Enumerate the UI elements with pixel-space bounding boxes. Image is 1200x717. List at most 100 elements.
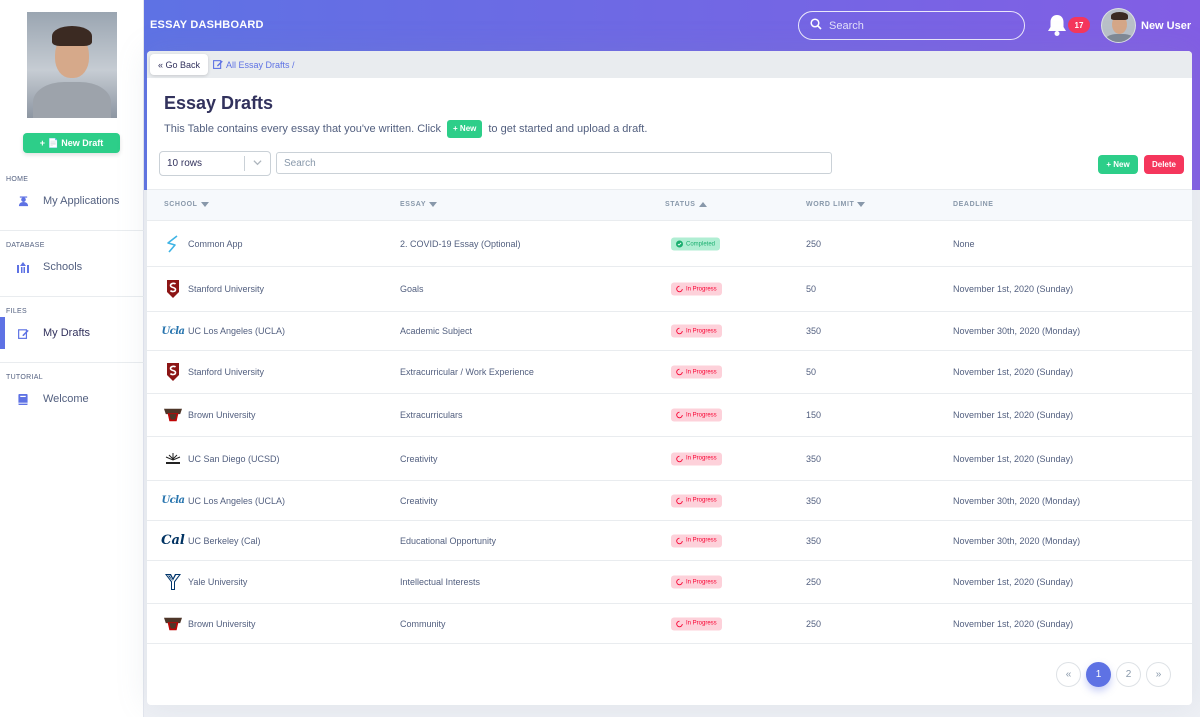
word-limit-cell: 350 (806, 326, 822, 336)
school-cell: Brown University (164, 406, 256, 424)
table-row[interactable]: Cal UC Berkeley (Cal) Educational Opportun… (147, 521, 1192, 561)
essay-cell[interactable]: Extracurricular / Work Experience (400, 367, 534, 377)
ucla-logo: Ucla (161, 495, 185, 506)
user-graduate-icon (17, 195, 29, 207)
table-row[interactable]: Brown University Extracurriculars In Progr… (147, 394, 1192, 437)
deadline-cell: November 1st, 2020 (Sunday) (953, 284, 1074, 294)
school-cell: Brown University (164, 615, 256, 633)
essay-cell[interactable]: Goals (400, 284, 424, 294)
user-name[interactable]: New User (1141, 20, 1191, 32)
go-back-button[interactable]: « Go Back (150, 54, 208, 75)
inline-new-button[interactable]: + New (447, 120, 483, 138)
sidebar-item-my-applications[interactable]: My Applications (0, 189, 144, 213)
deadline-cell: November 30th, 2020 (Monday) (953, 535, 1081, 546)
school-cell: Common App (164, 235, 243, 253)
school-name: Stanford University (188, 367, 265, 377)
essay-cell[interactable]: 2. COVID-19 Essay (Optional) (400, 239, 521, 249)
school-name: Stanford University (188, 284, 265, 294)
pagination-page-2[interactable]: 2 (1116, 662, 1141, 687)
deadline-cell: None (953, 239, 975, 249)
table-row[interactable]: Ucla UC Los Angeles (UCLA) Creativity In Pr… (147, 481, 1192, 521)
spinner-icon (676, 368, 683, 376)
breadcrumb-link[interactable]: All Essay Drafts / (213, 59, 295, 71)
edit-icon (213, 59, 223, 71)
status-cell: In Progress (671, 617, 722, 630)
school-name: UC Los Angeles (UCLA) (188, 495, 286, 506)
sidebar-item-schools[interactable]: Schools (0, 255, 144, 279)
table-search-input[interactable] (276, 152, 832, 174)
sidebar-item-my-drafts[interactable]: My Drafts (0, 317, 144, 349)
pagination-prev-button[interactable]: « (1056, 662, 1081, 687)
column-header-word-limit[interactable]: WORD LIMIT (806, 201, 866, 208)
pagination-next-button[interactable]: » (1146, 662, 1171, 687)
stanford-logo (164, 363, 182, 381)
school-name: Brown University (188, 410, 256, 420)
sidebar-item-welcome[interactable]: Welcome (0, 387, 144, 411)
sidebar-section-files: FILES My Drafts (0, 308, 144, 349)
table-row[interactable]: Common App 2. COVID-19 Essay (Optional) Co… (147, 222, 1192, 267)
school-cell: Cal UC Berkeley (Cal) (161, 532, 261, 550)
spinner-icon (676, 327, 683, 335)
word-limit-cell: 250 (806, 239, 822, 249)
section-title: DATABASE (6, 242, 45, 249)
status-cell: In Progress (671, 494, 722, 507)
table-row[interactable]: Brown University Community In Progress 250 N… (147, 604, 1192, 644)
status-badge: In Progress (671, 452, 722, 465)
table-row[interactable]: Stanford University Goals In Progress 50 Nov… (147, 267, 1192, 312)
new-button[interactable]: + New (1098, 155, 1138, 174)
table-row[interactable]: Stanford University Extracurricular / Wor… (147, 351, 1192, 394)
school-cell: Ucla UC Los Angeles (UCLA) (161, 492, 286, 510)
avatar[interactable] (1101, 8, 1136, 43)
sidebar-item-label: Welcome (43, 393, 89, 405)
essay-cell[interactable]: Creativity (400, 496, 438, 506)
essay-cell[interactable]: Academic Subject (400, 326, 472, 336)
table-row[interactable]: UC San Diego (UCSD) Creativity In Progress… (147, 437, 1192, 481)
column-header-essay[interactable]: ESSAY (400, 201, 438, 208)
spinner-icon (676, 620, 683, 627)
check-circle-icon (676, 240, 683, 248)
column-header-status[interactable]: STATUS (665, 201, 707, 208)
table-row[interactable]: Ucla UC Los Angeles (UCLA) Academic Subjec… (147, 312, 1192, 351)
status-cell: In Progress (671, 324, 722, 338)
breadcrumb: « Go Back All Essay Drafts / (147, 51, 1192, 78)
word-limit-cell: 250 (806, 618, 822, 629)
school-name: UC Berkeley (Cal) (188, 535, 261, 546)
section-title: HOME (6, 176, 29, 183)
deadline-cell: November 30th, 2020 (Monday) (953, 495, 1081, 506)
status-badge: In Progress (671, 282, 722, 296)
sidebar-item-label: My Drafts (43, 327, 91, 339)
notification-badge: 17 (1068, 17, 1090, 33)
column-header-deadline[interactable]: DEADLINE (953, 201, 994, 208)
new-draft-button[interactable]: + 📄 New Draft (23, 133, 120, 153)
school-name: UC San Diego (UCSD) (188, 453, 280, 464)
header-search[interactable] (798, 11, 1025, 40)
sidebar-section-home: HOME My Applications (0, 176, 144, 213)
book-icon (17, 393, 29, 405)
rows-per-page-select[interactable]: 10 rows (159, 151, 271, 176)
bell-icon[interactable] (1046, 13, 1068, 37)
status-badge: In Progress (671, 365, 722, 379)
status-cell: In Progress (671, 534, 722, 547)
subtitle-text: to get started and upload a draft. (488, 123, 648, 135)
essay-cell[interactable]: Educational Opportunity (400, 536, 496, 546)
essay-cell[interactable]: Intellectual Interests (400, 577, 480, 587)
subtitle-text: This Table contains every essay that you… (164, 123, 442, 135)
pagination-page-1[interactable]: 1 (1086, 662, 1111, 687)
essay-cell[interactable]: Community (400, 619, 446, 629)
status-badge: Completed (671, 237, 721, 251)
status-badge: In Progress (671, 408, 722, 422)
essay-cell[interactable]: Extracurriculars (400, 410, 463, 420)
yale-logo (164, 573, 182, 591)
status-cell: Completed (671, 237, 721, 251)
word-limit-cell: 350 (806, 535, 822, 546)
spinner-icon (676, 497, 683, 504)
deadline-cell: November 1st, 2020 (Sunday) (953, 453, 1074, 464)
word-limit-cell: 50 (806, 284, 817, 294)
column-header-school[interactable]: SCHOOL (164, 201, 209, 208)
brown-logo (164, 615, 182, 633)
word-limit-cell: 150 (806, 410, 822, 420)
header-search-input[interactable] (829, 19, 999, 32)
table-row[interactable]: Yale University Intellectual Interests In … (147, 561, 1192, 604)
delete-button[interactable]: Delete (1144, 155, 1184, 174)
essay-cell[interactable]: Creativity (400, 454, 438, 464)
